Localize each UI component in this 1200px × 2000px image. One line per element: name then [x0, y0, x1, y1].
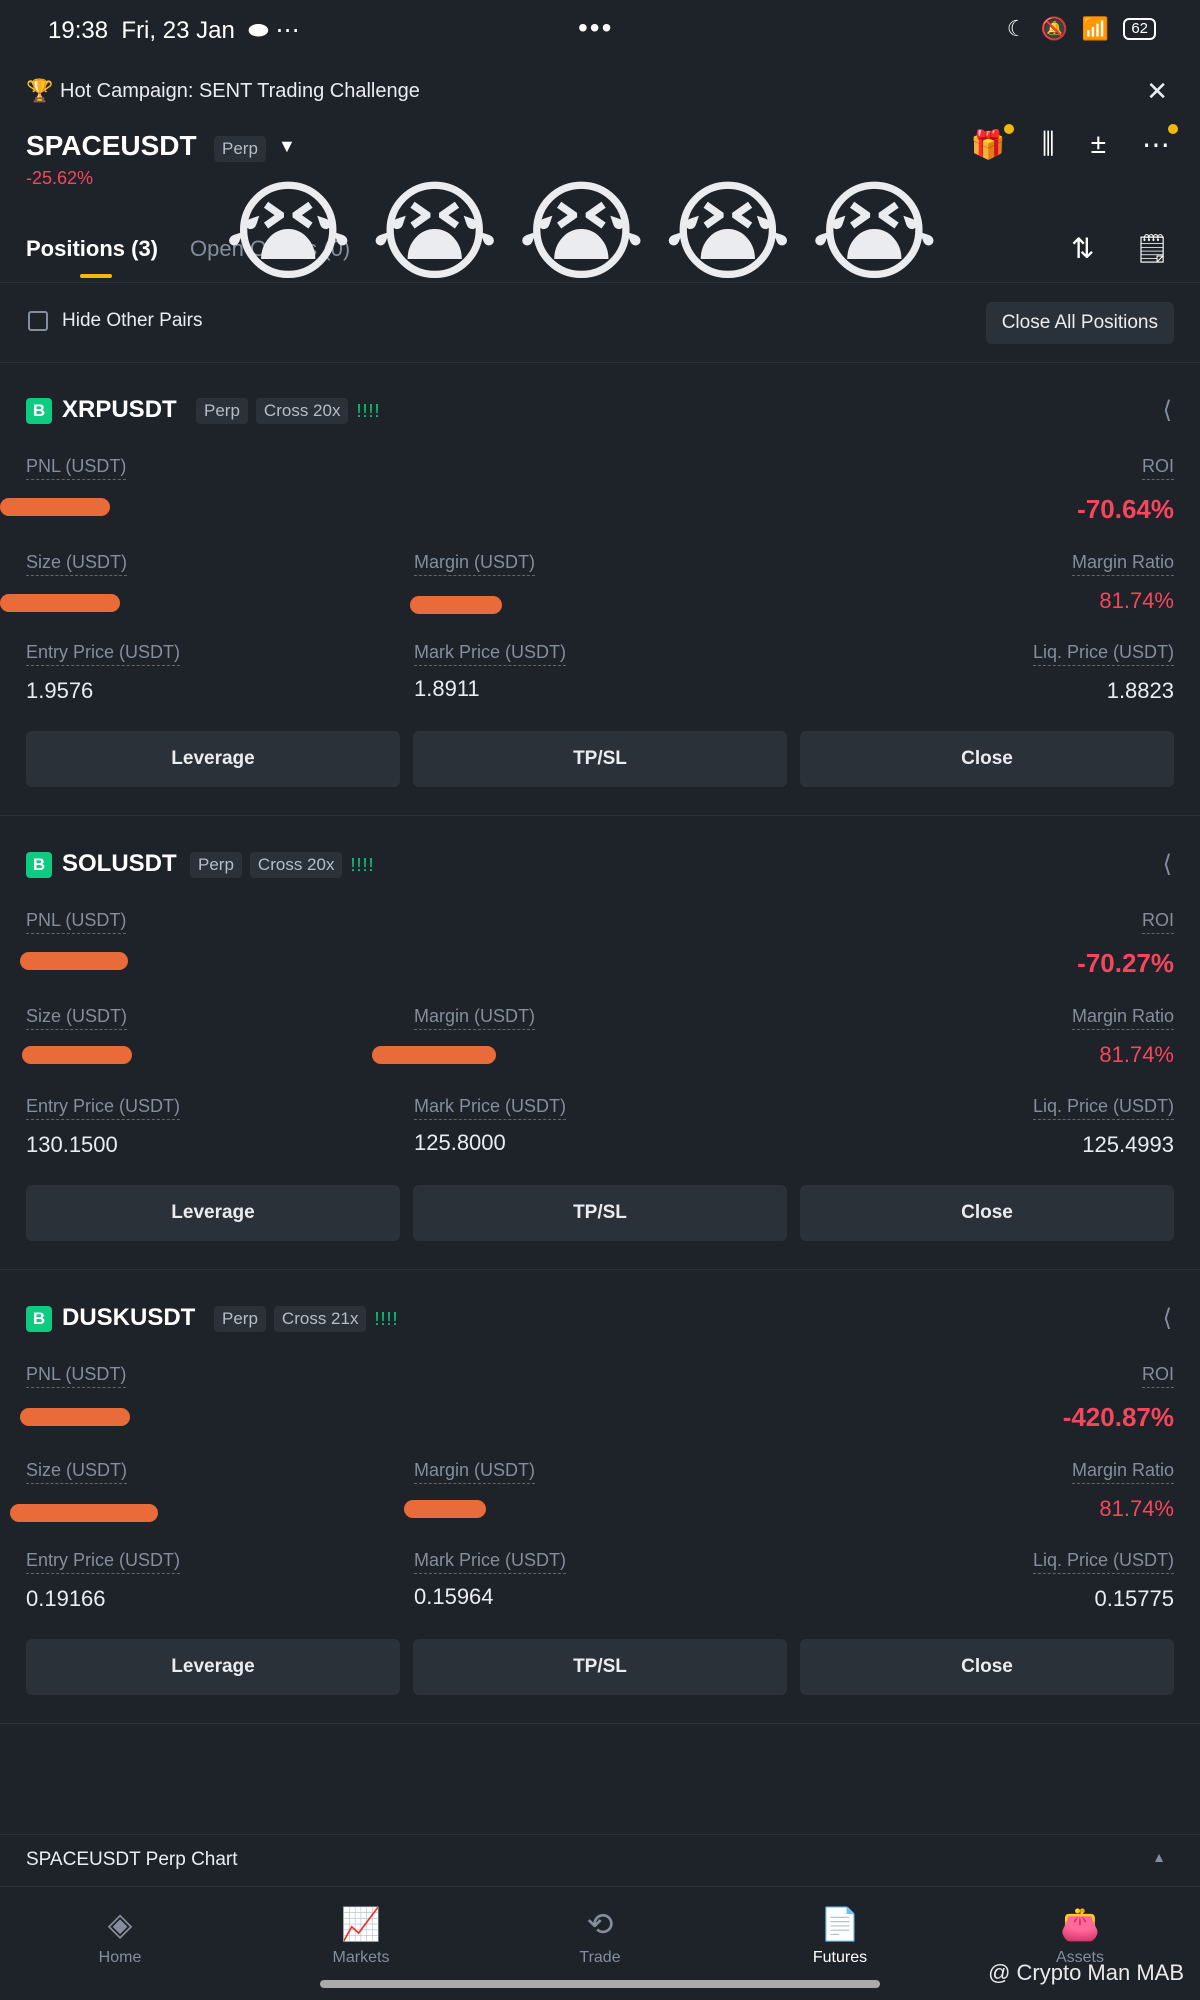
position-meta: Perp Cross 21x !!!! [214, 1306, 398, 1332]
nav-home-label: Home [98, 1949, 142, 1966]
mark-price-value: 0.15964 [414, 1584, 494, 1609]
share-icon[interactable]: ⟨ [1163, 1304, 1172, 1333]
position-card-dusk: B DUSKUSDT Perp Cross 21x !!!! ⟨ PNL (US… [0, 908, 1200, 1695]
margin-mode-tag: Cross 20x [249, 852, 343, 878]
redaction-scribble [404, 1500, 486, 1518]
tpsl-button[interactable]: TP/SL [413, 1639, 787, 1695]
pair-name[interactable]: SOLUSDT [62, 850, 177, 878]
redaction-scribble [20, 1408, 130, 1426]
binance-logo-icon: ◈ [107, 1906, 133, 1942]
pnl-label: PNL (USDT) [26, 1364, 127, 1388]
liq-price-label: Liq. Price (USDT) [1032, 1550, 1174, 1574]
nav-trade-label: Trade [579, 1949, 621, 1966]
nav-assets[interactable]: 👛 Assets [1000, 1905, 1160, 1967]
mark-price-label: Mark Price (USDT) [414, 1550, 566, 1574]
adl-indicator-icon: !!!! [374, 1308, 399, 1329]
watermark: @ Crypto Man MAB [988, 1960, 1184, 1985]
margin-label: Margin (USDT) [414, 1460, 536, 1484]
chart-collapse-bar[interactable]: SPACEUSDT Perp Chart ▲ [0, 1834, 1200, 1884]
entry-price-value: 0.19166 [26, 1586, 106, 1611]
buy-side-badge: B [26, 852, 52, 878]
nav-home[interactable]: ◈ Home [40, 1905, 200, 1967]
perp-tag: Perp [214, 1306, 266, 1332]
margin-mode-tag: Cross 21x [273, 1306, 367, 1332]
redaction-scribble [10, 1504, 158, 1522]
position-card-xrp: B XRPUSDT Perp Cross 20x !!!! ⟨ PNL (USD… [0, 0, 1200, 787]
nav-trade[interactable]: ⟲ Trade [520, 1905, 680, 1967]
buy-side-badge: B [26, 398, 52, 424]
position-meta: Perp Cross 20x !!!! [190, 852, 374, 878]
chevron-up-icon[interactable]: ▲ [1152, 1849, 1166, 1865]
nav-markets[interactable]: 📈 Markets [281, 1905, 441, 1967]
nav-markets-label: Markets [332, 1949, 390, 1966]
nav-futures-label: Futures [812, 1949, 868, 1966]
chart-line-icon: 📈 [341, 1906, 381, 1942]
margin-ratio-label: Margin Ratio [1071, 1460, 1174, 1484]
adl-indicator-icon: !!!! [356, 400, 381, 421]
perp-tag: Perp [196, 398, 248, 424]
perp-tag: Perp [190, 852, 242, 878]
divider [0, 1723, 1200, 1724]
position-meta: Perp Cross 20x !!!! [196, 398, 380, 424]
trade-swap-icon: ⟲ [586, 1906, 614, 1942]
roi-label: ROI [1141, 1364, 1174, 1388]
nav-futures[interactable]: 📄 Futures [760, 1905, 920, 1967]
pair-name[interactable]: DUSKUSDT [62, 1304, 195, 1332]
pair-name[interactable]: XRPUSDT [62, 396, 177, 424]
entry-price-label: Entry Price (USDT) [26, 1550, 181, 1574]
liq-price-value: 0.15775 [1094, 1586, 1174, 1611]
close-position-button[interactable]: Close [800, 1639, 1174, 1695]
adl-indicator-icon: !!!! [350, 854, 375, 875]
wallet-icon: 👛 [1060, 1906, 1100, 1942]
position-card-sol: B SOLUSDT Perp Cross 20x !!!! ⟨ PNL (USD… [0, 454, 1200, 1241]
roi-value: -420.87% [1062, 1402, 1174, 1432]
leverage-button[interactable]: Leverage [26, 1639, 400, 1695]
chart-bar-title: SPACEUSDT Perp Chart [26, 1849, 238, 1870]
gesture-bar[interactable] [320, 1980, 880, 1988]
buy-side-badge: B [26, 1306, 52, 1332]
margin-ratio-value: 81.74% [1099, 1496, 1174, 1521]
share-icon[interactable]: ⟨ [1163, 850, 1172, 879]
share-icon[interactable]: ⟨ [1163, 396, 1172, 425]
size-label: Size (USDT) [26, 1460, 128, 1484]
futures-document-icon: 📄 [820, 1906, 860, 1942]
margin-mode-tag: Cross 20x [255, 398, 349, 424]
